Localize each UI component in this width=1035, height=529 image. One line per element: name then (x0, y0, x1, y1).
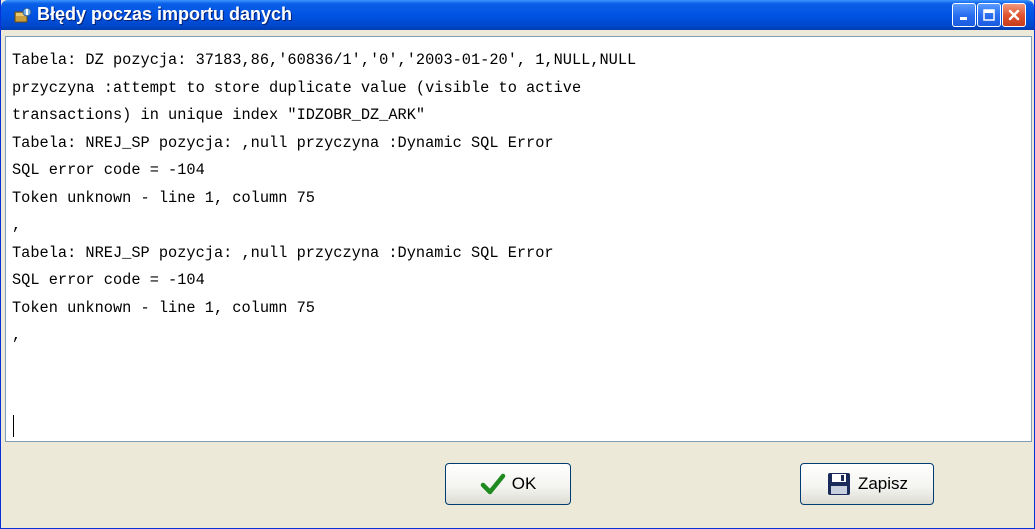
minimize-icon (960, 17, 967, 20)
save-button-label: Zapisz (857, 474, 909, 493)
dialog-window: Błędy poczas importu danych Tabela: DZ p… (0, 0, 1035, 529)
log-line: , (12, 326, 22, 344)
close-icon (1008, 9, 1020, 21)
maximize-button[interactable] (977, 3, 1001, 27)
save-button[interactable]: Zapisz (800, 463, 934, 505)
ok-button-label: OK (511, 474, 537, 493)
log-line: Tabela: DZ pozycja: 37183,86,'60836/1','… (12, 51, 637, 69)
log-line: Tabela: NREJ_SP pozycja: ,null przyczyna… (12, 243, 554, 262)
close-button[interactable] (1002, 3, 1026, 27)
error-log-text: Tabela: DZ pozycja: 37183,86,'60836/1','… (12, 47, 1005, 350)
maximize-icon (983, 9, 995, 21)
log-line: SQL error code = -104 (12, 271, 205, 289)
log-line: Token unknown - line 1, column 75 (12, 188, 315, 207)
text-caret (13, 415, 14, 437)
app-icon (14, 7, 32, 23)
log-line: Tabela: NREJ_SP pozycja: ,null przyczyna… (12, 133, 554, 152)
log-line: SQL error code = -104 (12, 161, 205, 179)
window-title: Błędy poczas importu danych (37, 4, 293, 24)
log-line: Token unknown - line 1, column 75 (12, 298, 315, 317)
error-log-textarea[interactable]: Tabela: DZ pozycja: 37183,86,'60836/1','… (5, 36, 1032, 442)
checkmark-icon (480, 473, 505, 495)
minimize-button[interactable] (952, 3, 976, 27)
floppy-disk-icon (827, 473, 850, 495)
title-bar[interactable]: Błędy poczas importu danych (1, 0, 1034, 30)
ok-button[interactable]: OK (445, 463, 571, 505)
log-line: transactions) in unique index "IDZOBR_DZ… (12, 106, 426, 124)
log-line: , (12, 216, 22, 234)
log-line: przyczyna :attempt to store duplicate va… (12, 78, 582, 97)
